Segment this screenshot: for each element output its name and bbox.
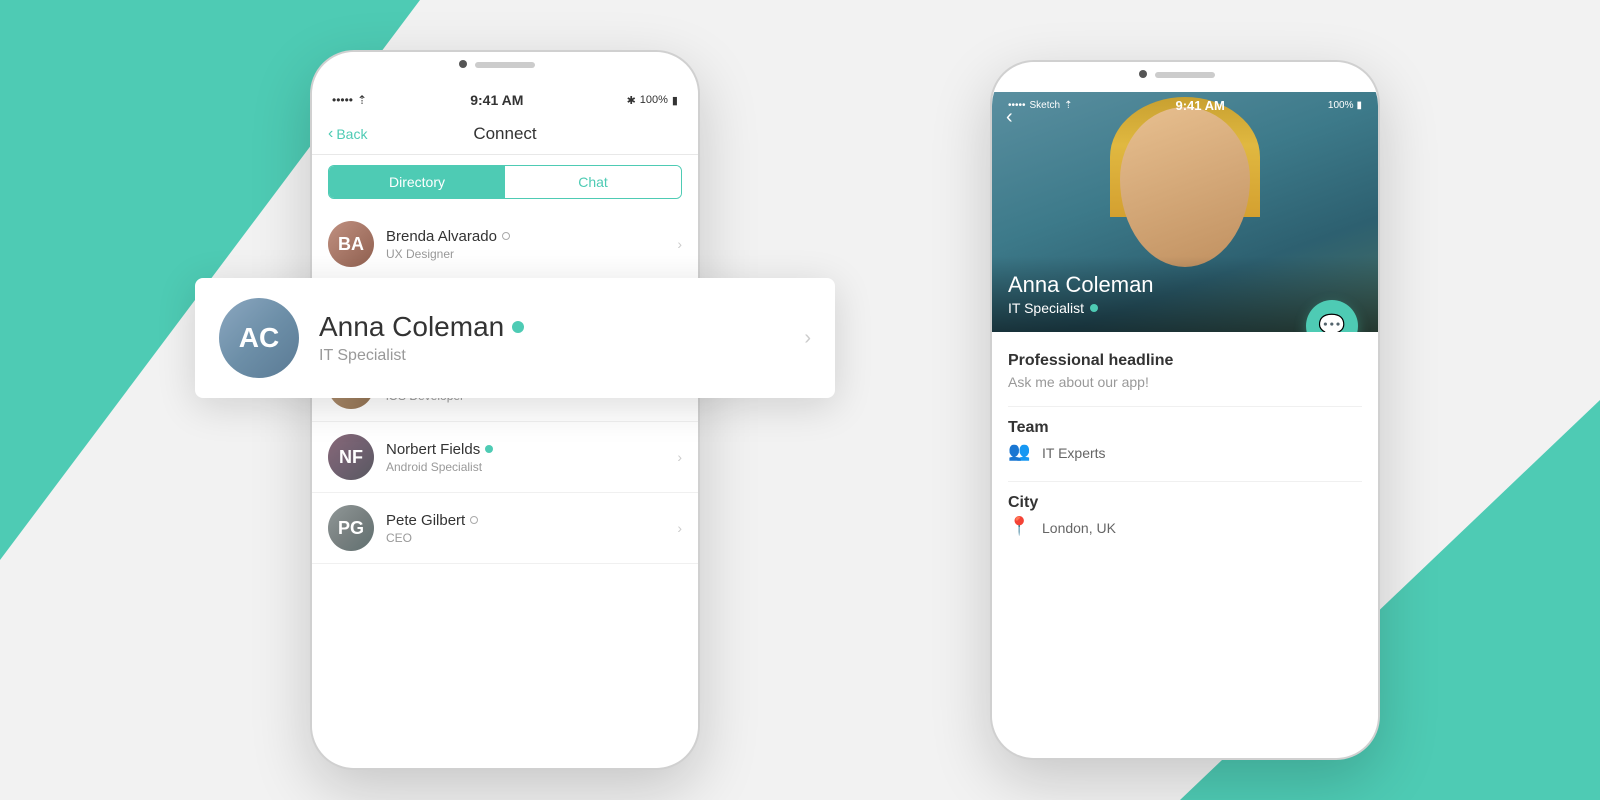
headline-title: Professional headline: [1008, 352, 1362, 370]
location-icon: 📍: [1008, 516, 1032, 540]
expanded-info: Anna Coleman IT Specialist: [319, 311, 784, 365]
profile-section-headline: Professional headline Ask me about our a…: [1008, 352, 1362, 390]
team-content: IT Experts: [1042, 445, 1106, 461]
dir-role: CEO: [386, 531, 677, 545]
city-item: 📍 London, UK: [1008, 516, 1362, 540]
expanded-avatar: AC: [219, 298, 299, 378]
profile-section-city: City 📍 London, UK: [1008, 494, 1362, 540]
dir-role: Android Specialist: [386, 460, 677, 474]
wifi-icon: ⇡: [357, 93, 367, 107]
divider-1: [1008, 406, 1362, 407]
expanded-status-dot: [512, 321, 524, 333]
left-phone-notch: [312, 52, 698, 82]
team-icon: 👥: [1008, 441, 1032, 465]
chevron-right-icon: ›: [677, 236, 682, 252]
left-phone-frame: ••••• ⇡ 9:41 AM ✱ 100% ▮ ‹ Back Connect …: [312, 52, 698, 768]
face-shape: [1120, 107, 1250, 267]
dir-name: Pete Gilbert: [386, 512, 677, 529]
wifi-icon-right: ⇡: [1064, 100, 1072, 111]
signal-dots: •••••: [332, 93, 353, 107]
front-camera-left: [459, 60, 467, 68]
front-camera-right: [1139, 70, 1147, 78]
profile-status-dot: [1090, 304, 1098, 312]
dir-name: Brenda Alvarado: [386, 228, 677, 245]
left-signal: ••••• ⇡: [332, 93, 367, 107]
team-title: Team: [1008, 419, 1362, 437]
profile-header: ••••• Sketch ⇡ 9:41 AM 100% ▮ ‹: [992, 92, 1378, 332]
chat-icon: 💬: [1318, 313, 1345, 332]
right-phone: ••••• Sketch ⇡ 9:41 AM 100% ▮ ‹: [990, 60, 1380, 760]
dir-info: Norbert Fields Android Specialist: [386, 441, 677, 474]
chevron-right-icon: ›: [677, 520, 682, 536]
list-item[interactable]: BA Brenda Alvarado UX Designer ›: [312, 209, 698, 280]
right-status-bar: ••••• Sketch ⇡ 9:41 AM 100% ▮: [992, 92, 1378, 117]
profile-back-button[interactable]: ‹: [1006, 106, 1013, 129]
speaker-bar-left: [475, 62, 535, 68]
dir-info: Brenda Alvarado UX Designer: [386, 228, 677, 261]
back-chevron-icon: ‹: [328, 125, 333, 143]
status-dot-offline: [502, 232, 510, 240]
city-content: London, UK: [1042, 520, 1116, 536]
profile-name: Anna Coleman: [1008, 272, 1362, 298]
city-title: City: [1008, 494, 1362, 512]
left-nav-bar: ‹ Back Connect: [312, 114, 698, 155]
profile-body: Professional headline Ask me about our a…: [992, 332, 1378, 556]
left-phone: ••••• ⇡ 9:41 AM ✱ 100% ▮ ‹ Back Connect …: [310, 50, 700, 770]
right-time: 9:41 AM: [1176, 98, 1225, 113]
left-time: 9:41 AM: [470, 92, 523, 108]
list-item[interactable]: NF Norbert Fields Android Specialist ›: [312, 422, 698, 493]
status-dot-offline: [470, 516, 478, 524]
nav-title: Connect: [473, 124, 536, 144]
speaker-bar-right: [1155, 72, 1215, 78]
dir-name: Norbert Fields: [386, 441, 677, 458]
battery-label: 100%: [640, 94, 668, 106]
expanded-contact-card[interactable]: AC Anna Coleman IT Specialist ›: [195, 278, 835, 398]
battery-icon: ▮: [672, 94, 678, 107]
sketch-label: Sketch: [1030, 100, 1061, 111]
tab-chat[interactable]: Chat: [505, 166, 681, 198]
left-status-bar: ••••• ⇡ 9:41 AM ✱ 100% ▮: [312, 82, 698, 114]
left-battery-area: ✱ 100% ▮: [627, 94, 678, 107]
avatar: NF: [328, 434, 374, 480]
list-item[interactable]: PG Pete Gilbert CEO ›: [312, 493, 698, 564]
expanded-role: IT Specialist: [319, 347, 784, 365]
battery-label-right: 100%: [1328, 100, 1354, 111]
dir-role: UX Designer: [386, 247, 677, 261]
tab-bar: Directory Chat: [328, 165, 682, 199]
bluetooth-icon: ✱: [627, 94, 636, 107]
back-label: Back: [336, 126, 367, 142]
right-signal: ••••• Sketch ⇡: [1008, 100, 1072, 111]
right-phone-frame: ••••• Sketch ⇡ 9:41 AM 100% ▮ ‹: [992, 62, 1378, 758]
back-button[interactable]: ‹ Back: [328, 125, 367, 143]
tab-directory[interactable]: Directory: [329, 166, 505, 198]
expanded-name: Anna Coleman: [319, 311, 784, 343]
expanded-chevron-icon: ›: [804, 327, 811, 350]
chevron-right-icon: ›: [677, 449, 682, 465]
right-phone-notch: [992, 62, 1378, 92]
headline-content: Ask me about our app!: [1008, 374, 1362, 390]
avatar: BA: [328, 221, 374, 267]
profile-section-team: Team 👥 IT Experts: [1008, 419, 1362, 465]
avatar: PG: [328, 505, 374, 551]
battery-icon-right: ▮: [1356, 100, 1362, 111]
dir-info: Pete Gilbert CEO: [386, 512, 677, 545]
divider-2: [1008, 481, 1362, 482]
status-dot-online: [485, 445, 493, 453]
team-item: 👥 IT Experts: [1008, 441, 1362, 465]
right-battery-area: 100% ▮: [1328, 100, 1362, 111]
